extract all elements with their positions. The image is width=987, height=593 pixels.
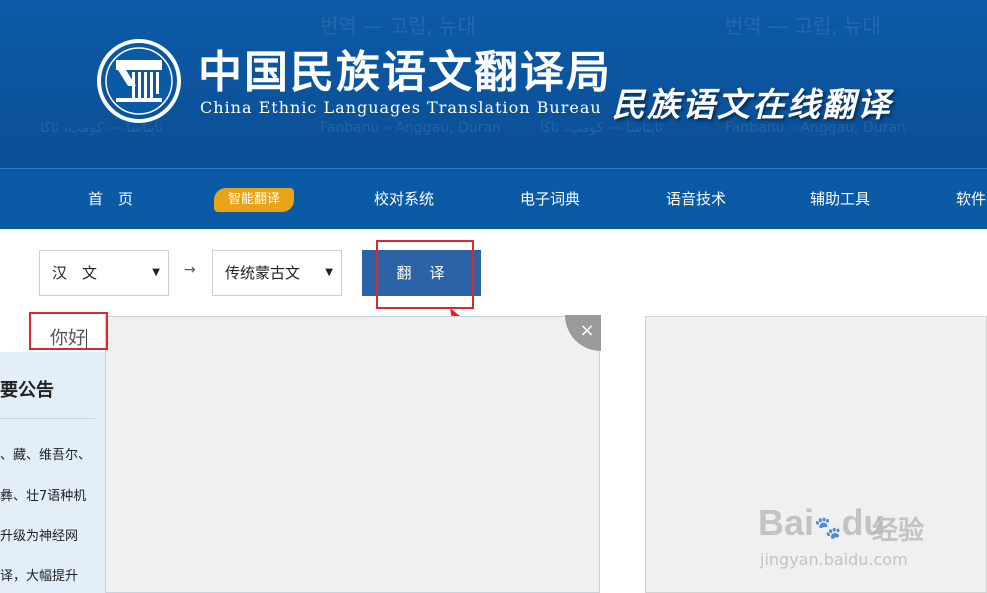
- source-language-value: 汉 文: [52, 264, 98, 282]
- notice-line: 、藏、维吾尔、: [0, 448, 92, 463]
- online-translation-title: 民族语文在线翻译: [612, 85, 892, 124]
- source-text-area[interactable]: [105, 316, 600, 593]
- target-language-select[interactable]: 传统蒙古文 ▼: [212, 250, 342, 296]
- notice-line: 升级为神经网: [0, 529, 79, 544]
- nav-item-software[interactable]: 软件: [956, 169, 986, 229]
- chevron-down-icon: ▼: [152, 267, 160, 278]
- annotation-box: [29, 312, 108, 350]
- notice-line: 译，大幅提升: [0, 569, 79, 584]
- chevron-down-icon: ▼: [325, 267, 333, 278]
- nav-item-tools[interactable]: 辅助工具: [810, 169, 870, 229]
- nav-item-home[interactable]: 首 页: [88, 169, 133, 229]
- nav-item-speech[interactable]: 语音技术: [666, 169, 726, 229]
- notice-title: 要公告: [0, 380, 54, 401]
- nav-item-proofreading[interactable]: 校对系统: [374, 169, 434, 229]
- target-language-value: 传统蒙古文: [225, 264, 301, 282]
- watermark-logo: Bai🐾du: [758, 502, 886, 543]
- bureau-logo-icon: [97, 39, 181, 123]
- background-script-text: 번역 — 고립, 뉴대: [725, 14, 881, 38]
- paw-icon: 🐾: [814, 515, 842, 540]
- divider: [0, 418, 95, 419]
- source-language-select[interactable]: 汉 文 ▼: [39, 250, 169, 296]
- notice-panel: 要公告 、藏、维吾尔、 彝、壮7语种机 升级为神经网 译，大幅提升: [0, 352, 105, 593]
- watermark-cn: 经验: [872, 516, 925, 546]
- header-banner: 번역 — 고립, 뉴대 Fanbanu – Anggau, Duran ئاپت…: [0, 0, 987, 168]
- notice-line: 彝、壮7语种机: [0, 489, 87, 504]
- main-nav: 首 页 智能翻译 校对系统 电子词典 语音技术 辅助工具 软件: [0, 168, 987, 229]
- arrow-right-icon: →: [184, 262, 196, 278]
- annotation-box: [376, 240, 474, 309]
- nav-item-smart-translation[interactable]: 智能翻译: [214, 188, 295, 212]
- site-title: 中国民族语文翻译局: [198, 47, 612, 98]
- watermark-url: jingyan.baidu.com: [760, 550, 908, 569]
- site-title-english: China Ethnic Languages Translation Burea…: [200, 98, 602, 117]
- background-script-text: 번역 — 고립, 뉴대: [320, 14, 476, 38]
- nav-item-dictionary[interactable]: 电子词典: [520, 169, 580, 229]
- background-script-text: Fanbanu – Anggau, Duran: [320, 120, 501, 136]
